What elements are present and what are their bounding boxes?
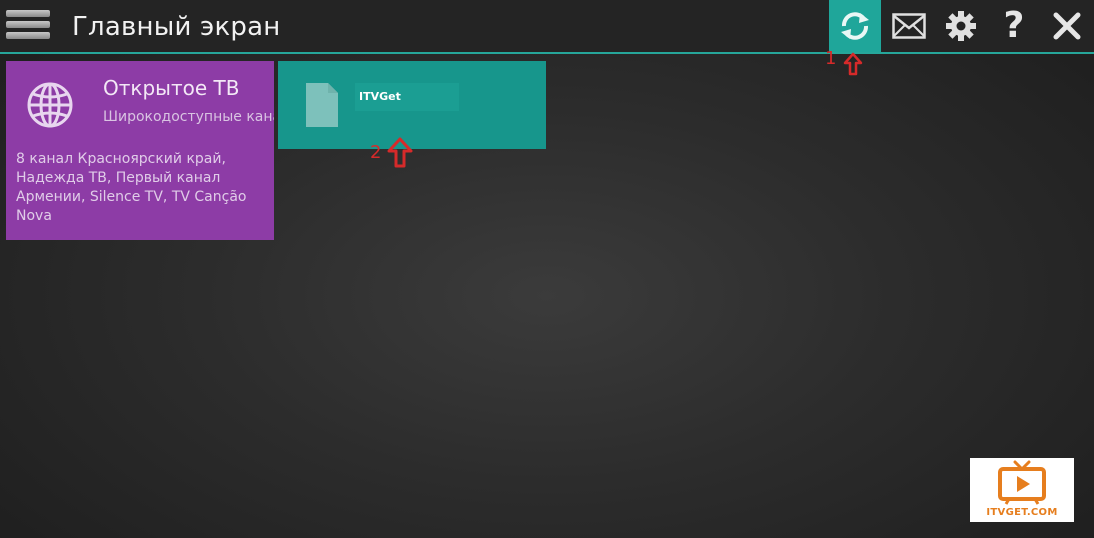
- tile-open-tv[interactable]: Открытое ТВ Широкодоступные каналы 8 кан…: [6, 61, 274, 240]
- tile-title: ITVGet: [359, 90, 401, 103]
- up-arrow-icon: [843, 52, 863, 76]
- refresh-icon: [841, 12, 869, 40]
- file-icon: [306, 83, 338, 127]
- top-bar: Главный экран ?: [0, 0, 1094, 54]
- messages-button[interactable]: [883, 0, 935, 52]
- close-icon: [1053, 12, 1081, 40]
- tile-subtitle: Широкодоступные каналы: [103, 109, 274, 125]
- tile-itvget[interactable]: ITVGet: [278, 61, 546, 149]
- refresh-button[interactable]: [829, 0, 881, 52]
- envelope-icon: [892, 13, 926, 39]
- page-title: Главный экран: [72, 12, 281, 42]
- annotation-number: 1: [825, 48, 837, 69]
- annotation-number: 2: [370, 142, 382, 163]
- close-button[interactable]: [1041, 0, 1093, 52]
- settings-button[interactable]: [935, 0, 987, 52]
- help-button[interactable]: ?: [988, 0, 1040, 52]
- help-icon: ?: [1003, 5, 1025, 46]
- globe-icon: [27, 82, 73, 128]
- itvget-logo: ITVGET.COM: [970, 458, 1074, 522]
- tile-description: 8 канал Красноярский край, Надежда ТВ, П…: [16, 151, 247, 224]
- tv-icon: [998, 460, 1046, 505]
- gear-icon: [946, 11, 976, 41]
- logo-text: ITVGET.COM: [986, 507, 1058, 518]
- up-arrow-icon: [387, 137, 413, 168]
- menu-icon[interactable]: [6, 10, 50, 44]
- tile-title: Открытое ТВ: [103, 76, 240, 100]
